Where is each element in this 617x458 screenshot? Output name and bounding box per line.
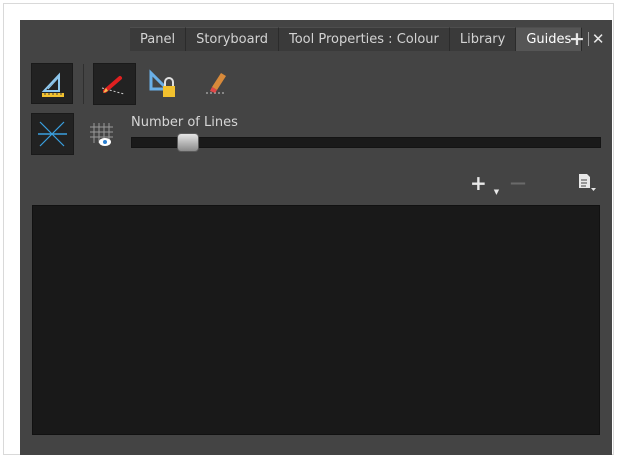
grid-visibility-icon[interactable] xyxy=(88,121,116,149)
tab-library[interactable]: Library xyxy=(449,27,517,51)
add-guide-glyph: + xyxy=(470,171,487,195)
close-panel-button[interactable]: ✕ xyxy=(592,31,605,47)
tab-storyboard[interactable]: Storyboard xyxy=(186,27,279,51)
toolbar-divider xyxy=(83,64,84,104)
guide-pen-icon[interactable] xyxy=(93,63,136,105)
dropdown-arrow-icon: ▼ xyxy=(493,188,500,196)
guides-list[interactable] xyxy=(32,205,600,435)
add-tab-button[interactable]: + xyxy=(569,29,585,49)
remove-guide-button[interactable]: — xyxy=(510,173,526,192)
add-guide-button[interactable]: + ▼ xyxy=(470,171,500,196)
number-of-lines-label: Number of Lines xyxy=(131,115,238,130)
lock-guide-icon[interactable] xyxy=(147,67,179,101)
tab-panel[interactable]: Panel xyxy=(130,27,187,51)
tab-bar: Panel Storyboard Tool Properties : Colou… xyxy=(130,27,583,51)
remove-guide-glyph: — xyxy=(510,173,526,192)
ruler-triangle-icon[interactable] xyxy=(31,63,73,104)
tab-actions: + ✕ xyxy=(569,28,605,50)
tab-actions-divider xyxy=(587,32,589,46)
tab-tool-properties[interactable]: Tool Properties : Colour xyxy=(278,27,450,51)
vanishing-point-icon[interactable] xyxy=(31,113,74,155)
list-menu-icon[interactable] xyxy=(577,173,597,195)
guide-eraser-icon[interactable] xyxy=(200,67,230,101)
number-of-lines-slider-thumb[interactable] xyxy=(177,133,199,152)
guides-panel: Panel Storyboard Tool Properties : Colou… xyxy=(20,20,612,455)
number-of-lines-slider[interactable] xyxy=(131,137,601,148)
